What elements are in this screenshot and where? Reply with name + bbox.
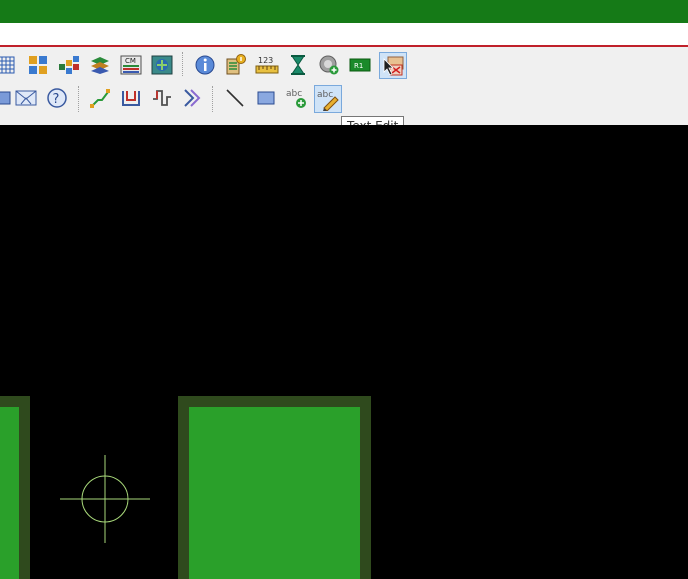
layer-stack-icon[interactable] [88,53,112,77]
trace-meander-icon[interactable] [150,86,174,110]
svg-text:abc: abc [286,89,302,99]
reference-designator-icon[interactable]: R1 [348,53,372,77]
draw-rectangle-icon[interactable] [254,86,278,110]
toolbar-separator [182,52,183,76]
measure-ruler-icon[interactable]: 123 [255,53,279,77]
net-tune-icon[interactable] [119,86,143,110]
copper-pad-left[interactable] [0,396,30,579]
info-icon[interactable] [193,53,217,77]
board-view-icon[interactable] [150,53,174,77]
property-info-icon[interactable] [224,53,248,77]
svg-text:?: ? [53,92,60,107]
cm-manager-icon[interactable]: CM [119,53,143,77]
copper-pad-center[interactable] [178,396,371,579]
add-text-icon[interactable]: abc [285,86,309,110]
array-placement-icon[interactable] [57,53,81,77]
svg-text:R1: R1 [354,62,363,70]
toolbar-separator [78,86,79,112]
svg-text:abc: abc [317,90,333,100]
fanout-icon[interactable] [181,86,205,110]
toolbar-row-2: ? abc abc [0,82,688,116]
component-placement-icon[interactable] [26,53,50,77]
toolbar-separator [212,86,213,112]
select-cursor-button[interactable] [379,52,407,79]
help-icon[interactable]: ? [45,86,69,110]
add-via-icon[interactable] [317,53,341,77]
draw-line-icon[interactable] [223,86,247,110]
text-edit-button[interactable]: abc [314,85,342,113]
menu-strip [0,23,688,45]
origin-crosshair-icon [60,455,150,543]
diagonal-route-icon[interactable] [88,86,112,110]
title-bar [0,0,688,23]
svg-text:123: 123 [258,56,273,65]
toolbar-row-1: CM 123 R1 [0,47,688,82]
svg-text:CM: CM [125,57,136,65]
route-icon[interactable] [0,86,14,110]
grid-icon[interactable] [0,53,18,77]
hourglass-icon[interactable] [286,53,310,77]
envelope-icon[interactable] [14,86,38,110]
